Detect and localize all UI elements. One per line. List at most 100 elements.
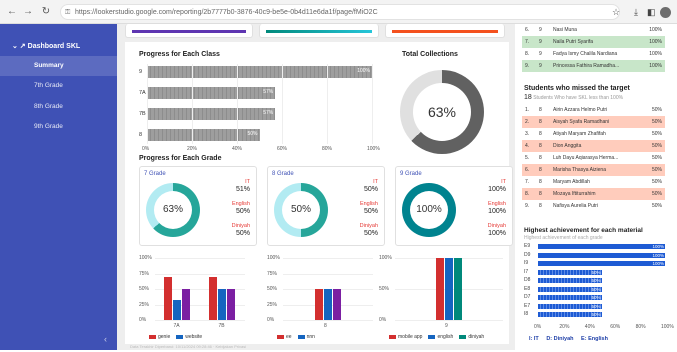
achievement-x-tick: 60% — [610, 324, 621, 330]
bookmark-star-icon[interactable]: ☆ — [612, 6, 620, 18]
sidepanel-icon[interactable]: ◧ — [647, 6, 656, 18]
achievement-label: D8 — [524, 277, 531, 283]
grade-donut: 63% — [146, 183, 200, 237]
site-info-icon[interactable]: ⚿ — [65, 5, 70, 19]
sidebar-header[interactable]: ⌄ ↗ Dashboard SKL — [12, 42, 80, 50]
grade-subject-label: Diniyah — [487, 223, 506, 229]
mini-y-tick: 0% — [267, 317, 275, 323]
table-row: 7. 9 Naila Putri Syarifa 100% — [522, 36, 665, 48]
legend-item: ee — [277, 334, 292, 340]
forward-icon[interactable]: → — [22, 6, 34, 18]
mini-bar — [173, 299, 181, 320]
mini-y-tick: 25% — [267, 301, 278, 308]
table-cell: 8 — [539, 167, 542, 173]
table-cell: 7. — [525, 179, 530, 185]
mini-gridline — [155, 320, 245, 321]
table-row: 3. 8 Atiyah Maryam Zhafifah 50% — [522, 128, 665, 140]
class-bar-label: 7A — [139, 90, 146, 96]
achievement-legend: I: IT D: Diniyah E: English — [529, 336, 608, 342]
grade-subject-value: 50% — [363, 186, 378, 193]
class-gridline — [282, 64, 283, 144]
table-row: 5. 8 Luh Dayu Aqiarasya Herma... 50% — [522, 152, 665, 164]
mini-gridline — [283, 273, 373, 275]
class-bar: 57% — [147, 87, 276, 99]
grade-donut-value: 100% — [410, 191, 448, 229]
grade-subject-label: IT — [373, 179, 378, 185]
achievement-label: I8 — [524, 311, 529, 317]
achievement-value: 50% — [591, 303, 601, 309]
table-cell: 9. — [525, 203, 530, 209]
grade-donut-value: 50% — [282, 191, 320, 229]
legend-item: nnn — [297, 334, 315, 340]
achievement-value: 50% — [591, 295, 601, 300]
legend-english: E: English — [581, 336, 608, 342]
student-name: Aisyah Syafa Ramadhani — [553, 119, 610, 125]
grade-subject-label: English — [487, 201, 506, 207]
student-percent: 100% — [649, 27, 662, 33]
grade-subject-value: 50% — [363, 230, 378, 237]
legend-swatch — [459, 334, 467, 339]
mini-y-tick: 75% — [267, 270, 278, 277]
top-card-2 — [259, 24, 379, 38]
student-percent: 50% — [651, 191, 662, 197]
mini-bar — [444, 258, 453, 320]
mini-y-tick: 25% — [139, 301, 150, 308]
table-cell: 8 — [539, 203, 542, 209]
download-icon[interactable]: ⤓ — [634, 6, 638, 18]
student-percent: 50% — [651, 131, 662, 137]
grade-subject-label: IT — [245, 179, 250, 185]
progress-class-title: Progress for Each Class — [139, 51, 220, 58]
mini-y-tick: 50% — [267, 286, 278, 292]
back-icon[interactable]: ← — [6, 6, 18, 18]
table-cell: 8 — [539, 155, 542, 161]
table-cell: 3. — [525, 131, 530, 137]
missed-subtitle-text: Students Who have SKL less than 100% — [533, 95, 624, 101]
mini-bar — [164, 276, 172, 320]
collapse-icon[interactable]: ‹ — [104, 334, 107, 344]
mini-bar — [435, 258, 444, 320]
table-cell: 9 — [539, 27, 542, 33]
reload-icon[interactable]: ↻ — [40, 6, 52, 18]
student-name: Nasi Muna — [553, 27, 577, 33]
student-percent: 100% — [649, 51, 662, 57]
table-cell: 8. — [525, 51, 530, 57]
mini-y-tick: 0% — [139, 317, 147, 323]
total-collections-title: Total Collections — [402, 51, 458, 58]
grade-donut: 50% — [274, 183, 328, 237]
mini-x-label: 7B — [218, 323, 225, 329]
profile-avatar[interactable] — [660, 7, 671, 18]
mini-bar — [314, 289, 323, 320]
grade-subject-label: English — [231, 201, 250, 207]
sidebar-item-8th-grade[interactable]: 8th Grade — [0, 97, 117, 117]
table-row: 9. 9 Princessa Fathira Ramadha... 100% — [522, 60, 665, 72]
achievement-label: E7 — [524, 302, 531, 309]
legend-text: english — [437, 334, 454, 340]
sidebar-item-7th-grade[interactable]: 7th Grade — [0, 76, 117, 96]
achievement-title: Highest achievement for each material — [524, 227, 643, 234]
legend-item: mobile app — [389, 334, 422, 340]
legend-item: english — [428, 334, 453, 340]
mini-y-tick: 100% — [267, 255, 280, 261]
grade-subject-label: IT — [501, 179, 506, 185]
student-name: Fadya Ismy Chalila Nardiana — [553, 51, 618, 57]
student-name: Airin Azzara Helmo Putri — [553, 107, 608, 113]
address-bar[interactable]: ⚿ https://lookerstudio.google.com/report… — [60, 4, 620, 20]
legend-swatch — [277, 334, 284, 339]
achievement-x-tick: 20% — [559, 324, 570, 330]
mini-legend: ee nnn — [277, 334, 321, 340]
legend-swatch — [428, 334, 436, 339]
class-bar: 100% — [147, 66, 372, 78]
table-cell: 4. — [525, 143, 530, 149]
sidebar-item-summary[interactable]: Summary — [0, 56, 117, 76]
class-bar: 50% — [147, 129, 260, 141]
class-x-tick: 0% — [142, 146, 150, 152]
legend-text: ee — [286, 334, 292, 340]
missed-target-subtitle: 18 Students Who have SKL less than 100% — [524, 94, 623, 101]
grade-subject-value: 50% — [363, 208, 378, 215]
sidebar-item-9th-grade[interactable]: 9th Grade — [0, 117, 117, 137]
student-percent: 50% — [651, 155, 662, 161]
browser-toolbar: ← → ↻ ⚿ https://lookerstudio.google.com/… — [0, 0, 677, 24]
student-name: Mozaya Iftiturrahim — [553, 191, 596, 197]
grade-card: 9 Grade 100% IT 100% English 100% Diniyah 100% — [395, 166, 513, 246]
top-card-3 — [385, 24, 505, 38]
